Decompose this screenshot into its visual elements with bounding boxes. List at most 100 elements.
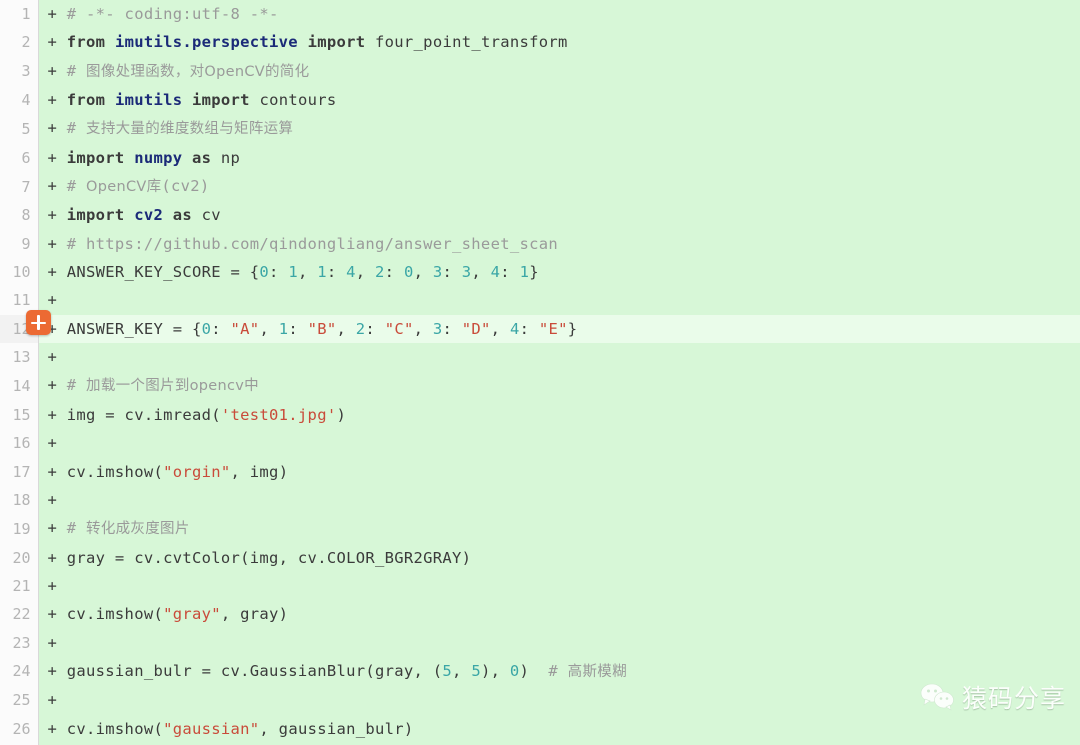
line-number[interactable]: 8 xyxy=(0,201,39,230)
line-number[interactable]: 16 xyxy=(0,429,39,458)
diff-added-marker: + xyxy=(47,519,67,538)
line-content[interactable]: + # 支持大量的维度数组与矩阵运算 xyxy=(38,114,1080,144)
diff-line-row[interactable]: 22 + cv.imshow("gray", gray) xyxy=(0,600,1080,629)
line-number[interactable]: 18 xyxy=(0,485,39,515)
line-content[interactable]: + import cv2 as cv xyxy=(38,201,1080,230)
diff-added-marker: + xyxy=(47,376,67,395)
line-content[interactable]: + cv.imshow("orgin", img) xyxy=(38,457,1080,486)
diff-line-row[interactable]: 2 + from imutils.perspective import four_… xyxy=(0,28,1080,57)
diff-line-row[interactable]: 7 + # OpenCV库(cv2) xyxy=(0,172,1080,202)
diff-line-row[interactable]: 16 + xyxy=(0,429,1080,458)
code-token: : xyxy=(442,263,462,282)
line-content[interactable]: + # -*- coding:utf-8 -*- xyxy=(38,0,1080,29)
code-token: : xyxy=(269,263,289,282)
diff-line-row[interactable]: 13 + xyxy=(0,343,1080,372)
diff-line-row[interactable]: 20 + gray = cv.cvtColor(img, cv.COLOR_BGR… xyxy=(0,543,1080,572)
diff-line-row[interactable]: 23 + xyxy=(0,628,1080,657)
diff-line-row[interactable]: 4 + from imutils import contours xyxy=(0,86,1080,115)
diff-line-row[interactable]: 19 + # 转化成灰度图片 xyxy=(0,514,1080,544)
add-comment-plus-icon[interactable] xyxy=(26,310,51,335)
line-number[interactable]: 10 xyxy=(0,258,39,287)
line-number[interactable]: 23 xyxy=(0,628,39,657)
code-token: , xyxy=(413,319,433,338)
code-token: # xyxy=(548,661,568,680)
line-number[interactable]: 25 xyxy=(0,686,39,715)
line-number[interactable]: 7 xyxy=(0,172,39,202)
code-token: import xyxy=(66,148,125,167)
code-diff-viewer[interactable]: 1 + # -*- coding:utf-8 -*- 2 + from imutils… xyxy=(0,0,1080,745)
line-content[interactable]: + xyxy=(38,286,1080,315)
line-content[interactable]: + import numpy as np xyxy=(38,143,1080,173)
code-token: , xyxy=(336,319,356,338)
diff-line-row[interactable]: 6 + import numpy as np xyxy=(0,143,1080,173)
line-content[interactable]: + # https://github.com/qindongliang/answ… xyxy=(38,229,1080,259)
line-content[interactable]: + xyxy=(38,686,1080,715)
line-content[interactable]: + from imutils import contours xyxy=(38,86,1080,115)
code-token: 0 xyxy=(201,319,212,338)
line-number[interactable]: 22 xyxy=(0,600,39,629)
diff-line-row[interactable]: 8 + import cv2 as cv xyxy=(0,201,1080,230)
line-content[interactable]: + # 加载一个图片到opencv中 xyxy=(38,371,1080,401)
line-content[interactable]: + xyxy=(38,571,1080,601)
line-content[interactable]: + xyxy=(38,343,1080,372)
line-content[interactable]: + ANSWER_KEY = {0: "A", 1: "B", 2: "C", … xyxy=(38,314,1080,344)
line-number[interactable]: 3 xyxy=(0,56,39,87)
diff-added-marker: + xyxy=(47,462,67,481)
diff-line-row[interactable]: 17 + cv.imshow("orgin", img) xyxy=(0,457,1080,486)
diff-line-row[interactable]: 1 2 + ANSWER_KEY = {0: "A", 1: "B", 2: "C"… xyxy=(0,314,1080,344)
diff-line-row[interactable]: 14 + # 加载一个图片到opencv中 xyxy=(0,371,1080,401)
line-number[interactable]: 14 xyxy=(0,371,39,401)
diff-line-row[interactable]: 18 + xyxy=(0,485,1080,515)
line-number[interactable]: 2 xyxy=(0,28,39,57)
diff-line-row[interactable]: 9 + # https://github.com/qindongliang/ans… xyxy=(0,229,1080,259)
line-content[interactable]: + ANSWER_KEY_SCORE = {0: 1, 1: 4, 2: 0, … xyxy=(38,258,1080,287)
diff-line-row[interactable]: 24 + gaussian_bulr = cv.GaussianBlur(gray… xyxy=(0,656,1080,687)
line-content[interactable]: + # OpenCV库(cv2) xyxy=(38,172,1080,202)
code-token: from xyxy=(66,91,106,110)
diff-line-row[interactable]: 10 + ANSWER_KEY_SCORE = {0: 1, 1: 4, 2: 0… xyxy=(0,258,1080,287)
code-token: from xyxy=(66,33,106,52)
line-number[interactable]: 15 xyxy=(0,400,39,430)
code-token: , xyxy=(297,263,318,282)
diff-line-row[interactable]: 1 + # -*- coding:utf-8 -*- xyxy=(0,0,1080,29)
line-number[interactable]: 5 xyxy=(0,114,39,144)
diff-line-row[interactable]: 26 + cv.imshow("gaussian", gaussian_bulr) xyxy=(0,714,1080,743)
line-content[interactable]: + xyxy=(38,485,1080,515)
line-number[interactable]: 17 xyxy=(0,457,39,486)
line-number[interactable]: 4 xyxy=(0,86,39,115)
line-content[interactable]: + gaussian_bulr = cv.GaussianBlur(gray, … xyxy=(38,656,1080,687)
diff-line-row[interactable]: 11 + xyxy=(0,286,1080,315)
line-content[interactable]: + xyxy=(38,429,1080,458)
line-content[interactable]: + cv.imshow("gaussian", gaussian_bulr) xyxy=(38,714,1080,743)
line-number[interactable]: 9 xyxy=(0,229,39,259)
diff-added-marker: + xyxy=(47,33,67,52)
line-content[interactable]: + from imutils.perspective import four_p… xyxy=(38,28,1080,57)
diff-added-marker: + xyxy=(47,5,67,23)
line-number[interactable]: 6 xyxy=(0,143,39,173)
line-content[interactable]: + img = cv.imread('test01.jpg') xyxy=(38,400,1080,430)
line-number[interactable]: 1 xyxy=(0,0,39,29)
code-token: import xyxy=(192,91,250,110)
line-number[interactable]: 13 xyxy=(0,343,39,372)
code-token: 1 xyxy=(278,319,289,338)
line-number[interactable]: 24 xyxy=(0,656,39,687)
line-number[interactable]: 26 xyxy=(0,714,39,743)
diff-line-row[interactable]: 25 + xyxy=(0,686,1080,715)
diff-line-row[interactable]: 3 + # 图像处理函数，对OpenCV的简化 xyxy=(0,56,1080,87)
diff-line-row[interactable]: 5 + # 支持大量的维度数组与矩阵运算 xyxy=(0,114,1080,144)
line-content[interactable]: + cv.imshow("gray", gray) xyxy=(38,600,1080,629)
diff-line-row[interactable]: 21 + xyxy=(0,571,1080,601)
code-token: cv.imshow( xyxy=(66,605,164,624)
diff-line-row[interactable]: 15 + img = cv.imread('test01.jpg') xyxy=(0,400,1080,430)
line-content[interactable]: + # 转化成灰度图片 xyxy=(38,514,1080,544)
line-content[interactable]: + # 图像处理函数，对OpenCV的简化 xyxy=(38,56,1080,87)
line-number[interactable]: 20 xyxy=(0,543,39,572)
line-number[interactable]: 19 xyxy=(0,514,39,544)
code-token: 2 xyxy=(375,263,385,282)
line-content[interactable]: + xyxy=(38,628,1080,657)
code-token: , xyxy=(452,661,472,680)
code-token: 4 xyxy=(490,263,501,282)
line-number[interactable]: 21 xyxy=(0,571,39,601)
line-content[interactable]: + gray = cv.cvtColor(img, cv.COLOR_BGR2G… xyxy=(38,543,1080,572)
